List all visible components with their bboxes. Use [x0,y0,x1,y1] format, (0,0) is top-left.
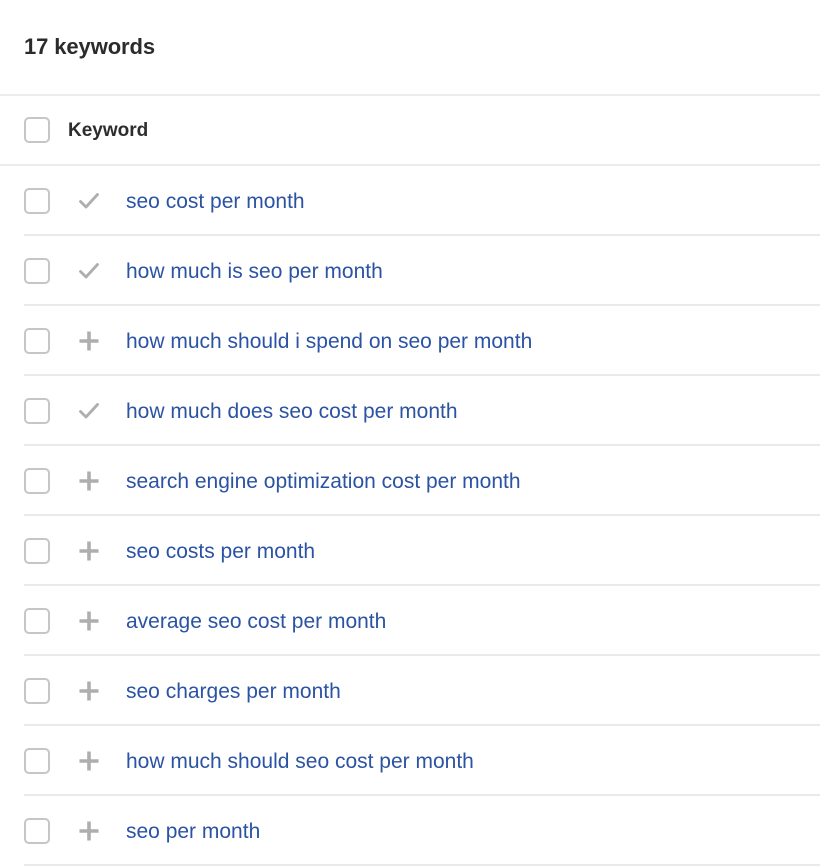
table-row[interactable]: seo cost per month [0,166,820,236]
table-row[interactable]: seo charges per month [0,656,820,726]
keyword-link[interactable]: search engine optimization cost per mont… [126,471,521,492]
plus-icon[interactable] [76,328,102,354]
row-checkbox[interactable] [24,608,50,634]
table-row[interactable]: how much should seo cost per month [0,726,820,796]
keywords-list: seo cost per month how much is seo per m… [0,166,820,866]
row-checkbox[interactable] [24,678,50,704]
table-row[interactable]: search engine optimization cost per mont… [0,446,820,516]
plus-icon[interactable] [76,818,102,844]
row-checkbox[interactable] [24,328,50,354]
keyword-link[interactable]: seo costs per month [126,541,315,562]
table-row[interactable]: seo per month [0,796,820,866]
table-row[interactable]: how much is seo per month [0,236,820,306]
row-checkbox[interactable] [24,468,50,494]
plus-icon[interactable] [76,678,102,704]
keyword-link[interactable]: how much should i spend on seo per month [126,331,532,352]
check-icon[interactable] [76,398,102,424]
plus-icon[interactable] [76,748,102,774]
row-checkbox[interactable] [24,258,50,284]
panel-header: 17 keywords [0,0,820,96]
keyword-link[interactable]: how much should seo cost per month [126,751,474,772]
keyword-link[interactable]: how much does seo cost per month [126,401,458,422]
keyword-link[interactable]: average seo cost per month [126,611,386,632]
row-checkbox[interactable] [24,748,50,774]
table-header-row: Keyword [0,96,820,166]
row-checkbox[interactable] [24,188,50,214]
row-checkbox[interactable] [24,538,50,564]
keywords-panel: 17 keywords Keyword seo cost per month h… [0,0,820,868]
check-icon[interactable] [76,258,102,284]
row-checkbox[interactable] [24,398,50,424]
keyword-link[interactable]: seo cost per month [126,191,305,212]
row-checkbox[interactable] [24,818,50,844]
check-icon[interactable] [76,188,102,214]
keyword-link[interactable]: seo charges per month [126,681,341,702]
plus-icon[interactable] [76,538,102,564]
column-header-keyword[interactable]: Keyword [68,121,148,140]
table-row[interactable]: average seo cost per month [0,586,820,656]
select-all-checkbox[interactable] [24,117,50,143]
table-row[interactable]: how much does seo cost per month [0,376,820,446]
keyword-link[interactable]: seo per month [126,821,260,842]
table-row[interactable]: how much should i spend on seo per month [0,306,820,376]
plus-icon[interactable] [76,468,102,494]
keyword-link[interactable]: how much is seo per month [126,261,383,282]
table-row[interactable]: seo costs per month [0,516,820,586]
page-title: 17 keywords [24,34,155,59]
plus-icon[interactable] [76,608,102,634]
